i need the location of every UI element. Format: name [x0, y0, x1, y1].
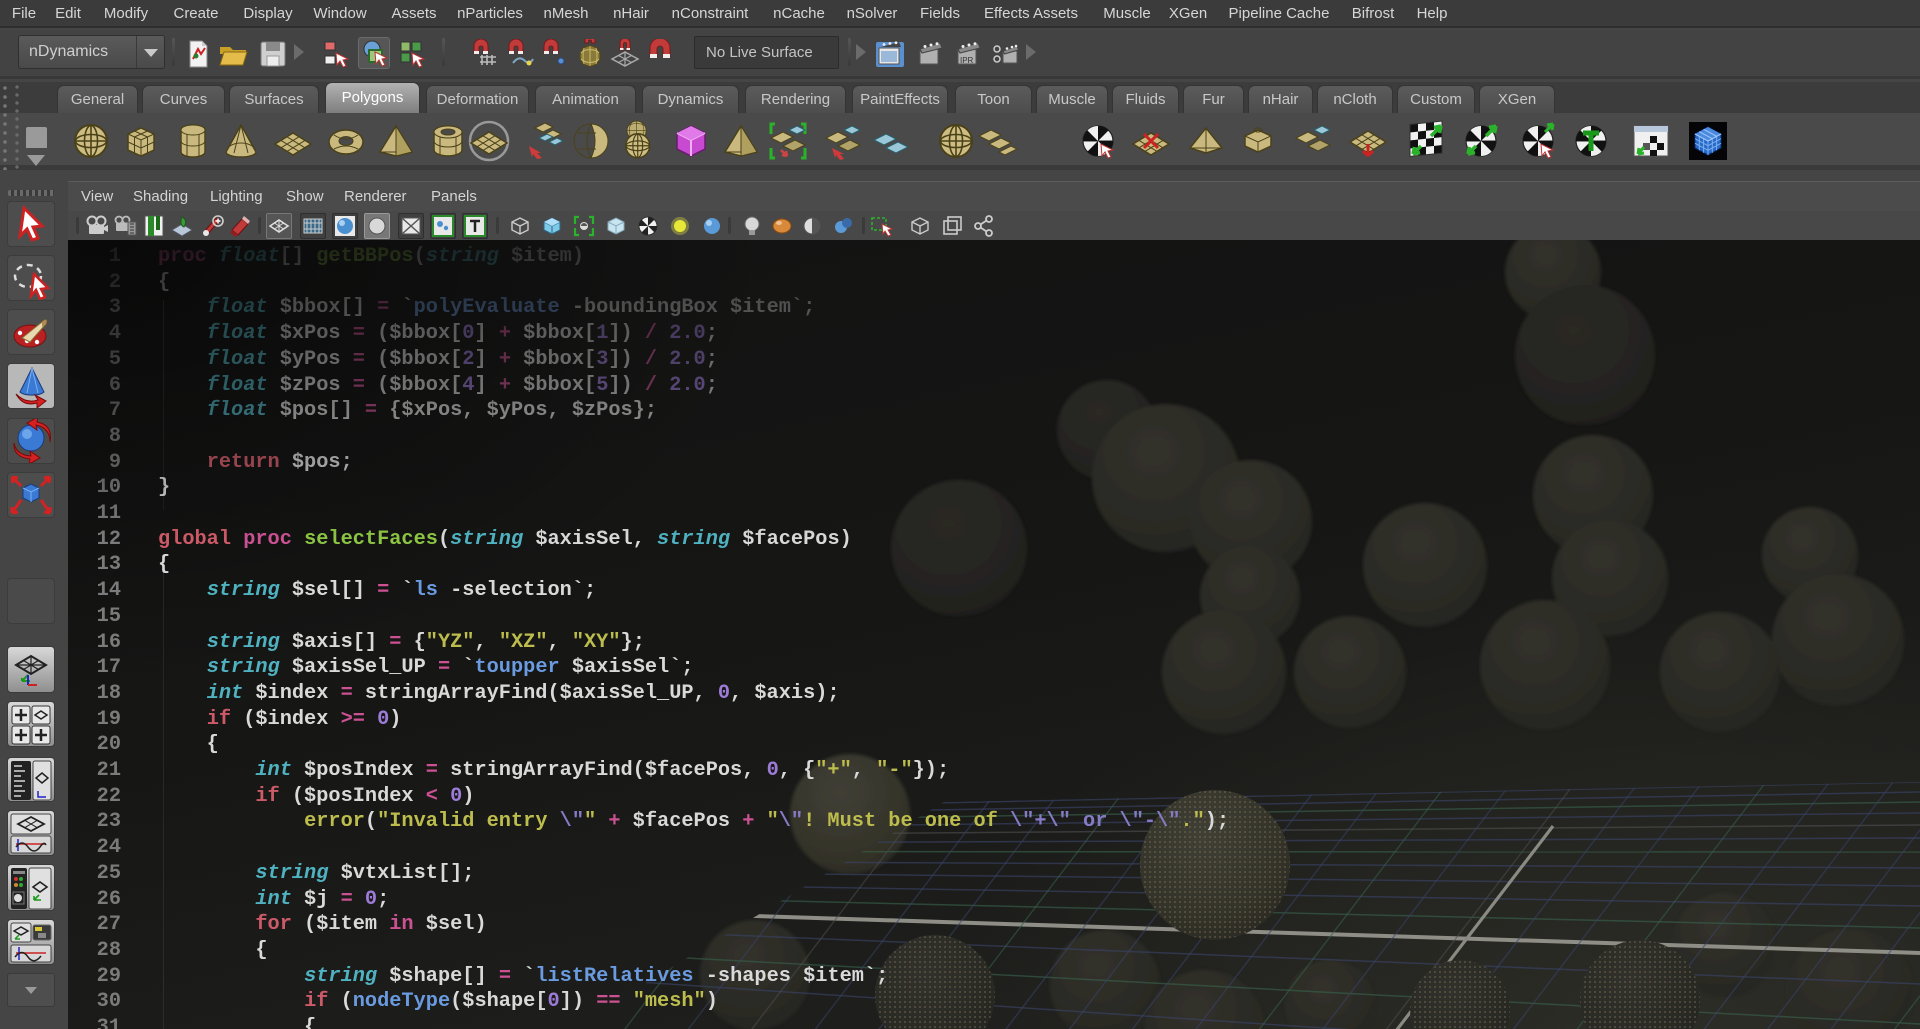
svg-text:IPR: IPR [960, 56, 974, 65]
